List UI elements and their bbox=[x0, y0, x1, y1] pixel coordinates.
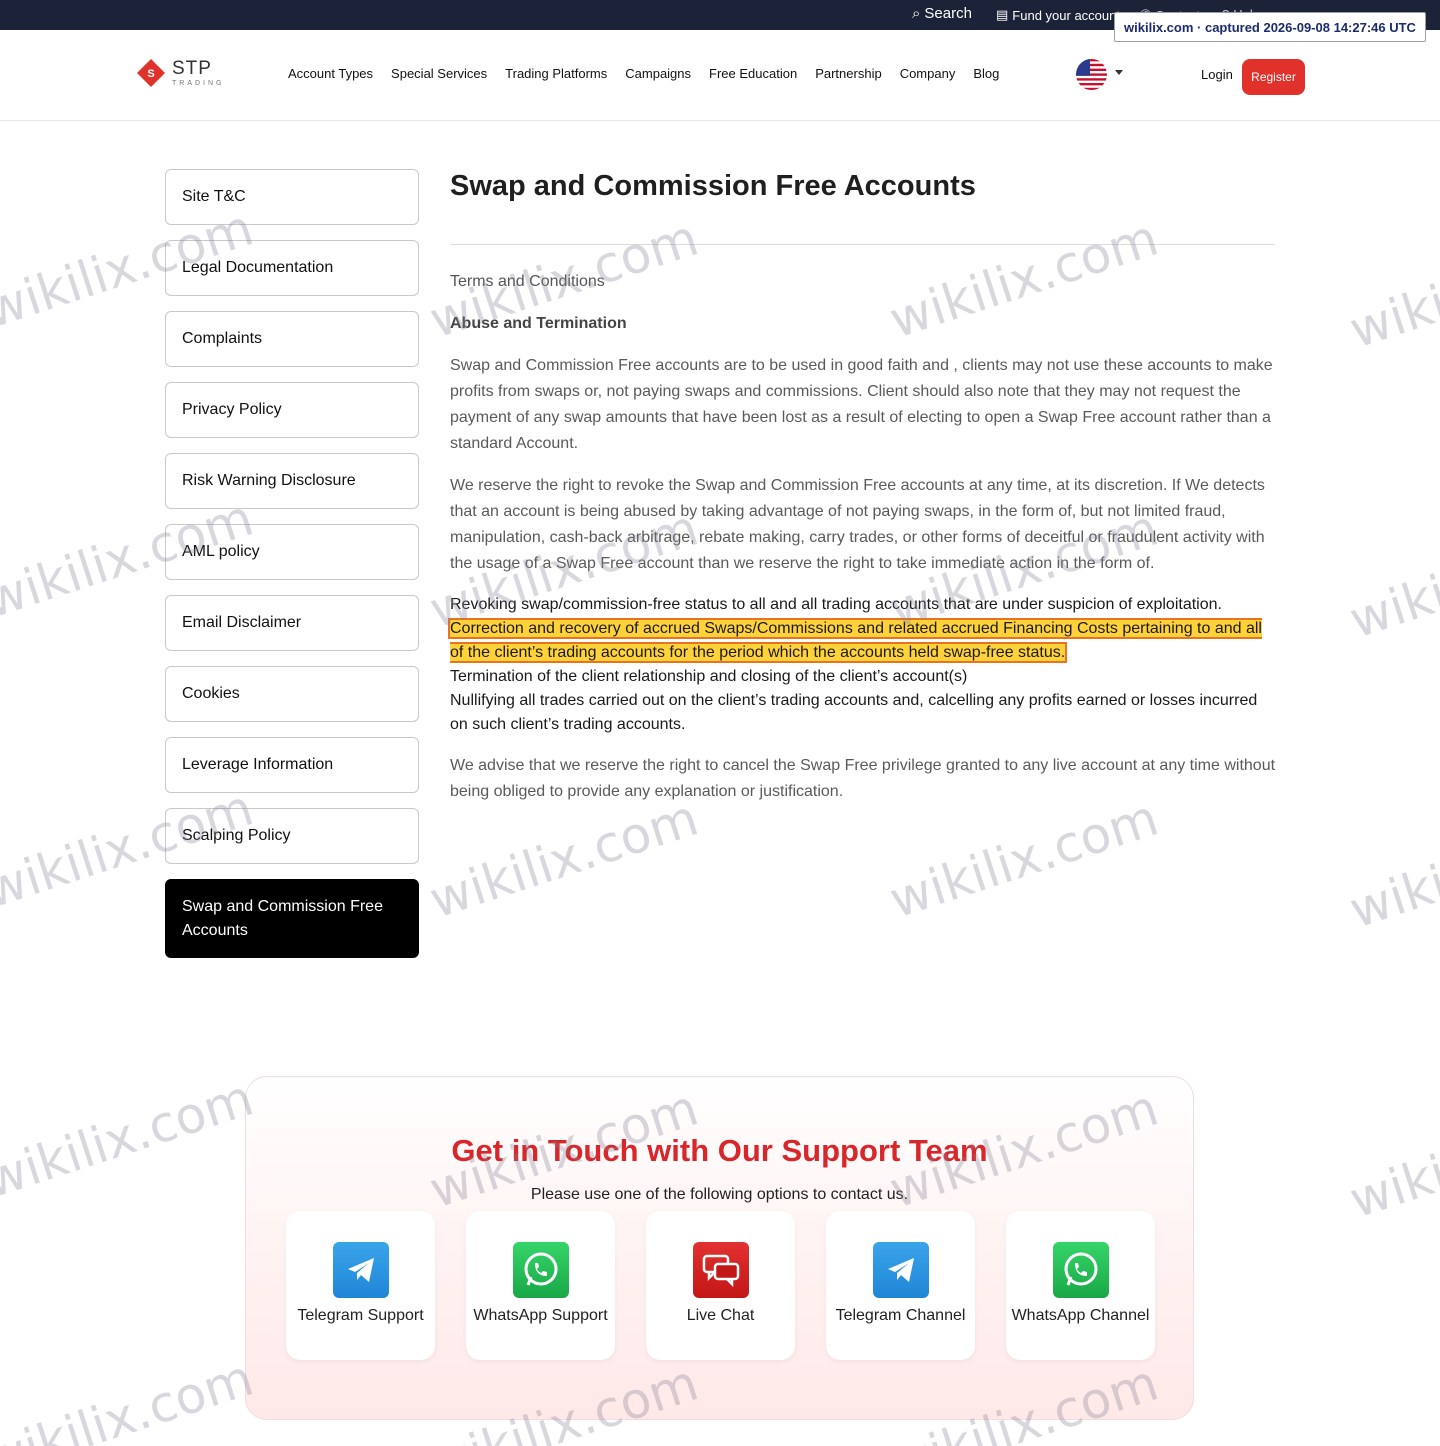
watermark: wikilix.com bbox=[1342, 1088, 1440, 1230]
sidebar-item-complaints[interactable]: Complaints bbox=[165, 311, 419, 367]
paragraph-good-faith: Swap and Commission Free accounts are to… bbox=[450, 357, 1273, 452]
highlighted-text: Correction and recovery of accrued Swaps… bbox=[450, 620, 1262, 661]
contact-option-telegram-support[interactable]: Telegram Support bbox=[286, 1211, 435, 1360]
support-card: Get in Touch with Our Support Team Pleas… bbox=[245, 1076, 1194, 1420]
subsection-heading: Abuse and Termination bbox=[450, 315, 627, 332]
list-item-termination: Termination of the client relationship a… bbox=[450, 668, 968, 685]
capture-badge: wikilix.com · captured 2026-09-08 14:27:… bbox=[1114, 12, 1426, 42]
search-link[interactable]: ⌕ Search bbox=[912, 5, 972, 22]
sidebar-item-swap-commission-free[interactable]: Swap and Commission Free Accounts bbox=[165, 879, 419, 958]
sidebar-item-email-disclaimer[interactable]: Email Disclaimer bbox=[165, 595, 419, 651]
telegram-icon bbox=[333, 1242, 389, 1298]
contact-option-whatsapp-support[interactable]: WhatsApp Support bbox=[466, 1211, 615, 1360]
main-nav: Account Types Special Services Trading P… bbox=[288, 66, 999, 81]
nav-free-education[interactable]: Free Education bbox=[709, 66, 797, 81]
chevron-down-icon[interactable] bbox=[1115, 70, 1123, 75]
sidebar-item-leverage-information[interactable]: Leverage Information bbox=[165, 737, 419, 793]
nav-special-services[interactable]: Special Services bbox=[391, 66, 487, 81]
login-link[interactable]: Login bbox=[1201, 67, 1233, 82]
search-icon: ⌕ bbox=[912, 5, 921, 22]
sidebar-item-privacy-policy[interactable]: Privacy Policy bbox=[165, 382, 419, 438]
logo-icon: S bbox=[137, 59, 165, 87]
contact-label: WhatsApp Channel bbox=[1011, 1307, 1150, 1324]
sidebar-item-risk-warning[interactable]: Risk Warning Disclosure bbox=[165, 453, 419, 509]
list-item-nullifying: Nullifying all trades carried out on the… bbox=[450, 692, 1258, 733]
contact-label: Telegram Channel bbox=[835, 1307, 966, 1324]
watermark: wikilix.com bbox=[0, 1348, 260, 1446]
contact-option-live-chat[interactable]: Live Chat bbox=[646, 1211, 795, 1360]
support-subtitle: Please use one of the following options … bbox=[530, 1186, 909, 1203]
nav-trading-platforms[interactable]: Trading Platforms bbox=[505, 66, 607, 81]
contact-label: Live Chat bbox=[686, 1307, 755, 1324]
sidebar-item-legal-documentation[interactable]: Legal Documentation bbox=[165, 240, 419, 296]
support-title: Get in Touch with Our Support Team bbox=[451, 1133, 988, 1168]
nav-company[interactable]: Company bbox=[900, 66, 956, 81]
us-flag-icon[interactable] bbox=[1076, 59, 1107, 90]
wallet-icon: ▤ bbox=[996, 7, 1009, 22]
watermark: wikilix.com bbox=[1342, 508, 1440, 650]
sidebar-item-scalping-policy[interactable]: Scalping Policy bbox=[165, 808, 419, 864]
action-list: Revoking swap/commission-free status to … bbox=[450, 593, 1276, 737]
nav-campaigns[interactable]: Campaigns bbox=[625, 66, 691, 81]
main-header: S STP TRADING Account Types Special Serv… bbox=[0, 30, 1440, 121]
section-heading: Terms and Conditions bbox=[450, 273, 605, 290]
whatsapp-icon bbox=[513, 1242, 569, 1298]
contact-label: WhatsApp Support bbox=[473, 1307, 608, 1324]
nav-account-types[interactable]: Account Types bbox=[288, 66, 373, 81]
telegram-icon bbox=[873, 1242, 929, 1298]
watermark: wikilix.com bbox=[882, 208, 1165, 350]
nav-blog[interactable]: Blog bbox=[973, 66, 999, 81]
chat-icon bbox=[693, 1242, 749, 1298]
watermark: wikilix.com bbox=[1342, 218, 1440, 360]
watermark: wikilix.com bbox=[1342, 798, 1440, 940]
watermark: wikilix.com bbox=[882, 788, 1165, 930]
svg-text:S: S bbox=[147, 68, 154, 80]
watermark: wikilix.com bbox=[422, 788, 705, 930]
fund-account-link[interactable]: ▤ Fund your account bbox=[996, 7, 1120, 23]
title-divider bbox=[450, 244, 1275, 245]
nav-partnership[interactable]: Partnership bbox=[815, 66, 881, 81]
paragraph-revoke-right: We reserve the right to revoke the Swap … bbox=[450, 477, 1265, 572]
logo[interactable]: S STP TRADING bbox=[136, 58, 225, 88]
sidebar-item-site-tc[interactable]: Site T&C bbox=[165, 169, 419, 225]
paragraph-advise: We advise that we reserve the right to c… bbox=[450, 757, 1276, 800]
contact-option-telegram-channel[interactable]: Telegram Channel bbox=[826, 1211, 975, 1360]
register-button[interactable]: Register bbox=[1242, 59, 1305, 95]
logo-subtitle: TRADING bbox=[172, 80, 225, 87]
sidebar-item-cookies[interactable]: Cookies bbox=[165, 666, 419, 722]
list-item-revoking: Revoking swap/commission-free status to … bbox=[450, 596, 1222, 613]
whatsapp-icon bbox=[1053, 1242, 1109, 1298]
logo-name: STP bbox=[172, 58, 212, 79]
list-item-correction: Correction and recovery of accrued Swaps… bbox=[450, 617, 1276, 665]
page-title: Swap and Commission Free Accounts bbox=[450, 170, 976, 202]
contact-label: Telegram Support bbox=[297, 1307, 424, 1324]
watermark: wikilix.com bbox=[0, 1068, 260, 1210]
sidebar-item-aml-policy[interactable]: AML policy bbox=[165, 524, 419, 580]
contact-option-whatsapp-channel[interactable]: WhatsApp Channel bbox=[1006, 1211, 1155, 1360]
